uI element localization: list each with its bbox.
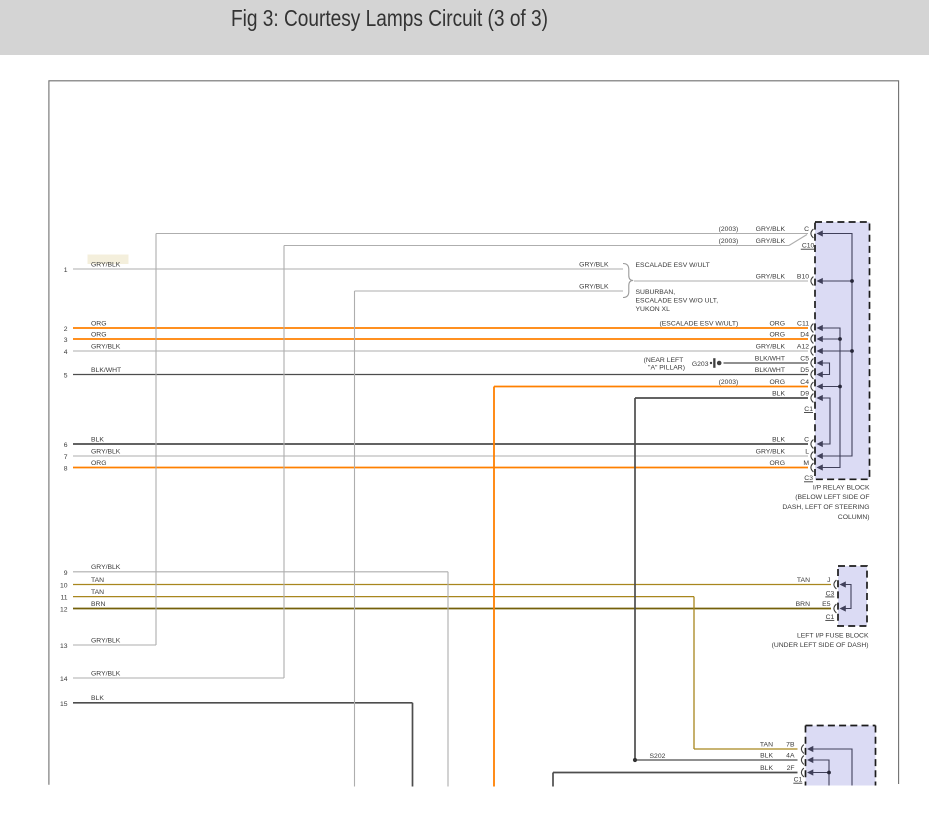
svg-text:6: 6 [64, 442, 68, 449]
svg-text:C1: C1 [794, 777, 803, 784]
svg-text:GRY/BLK: GRY/BLK [579, 261, 609, 268]
svg-text:(2003): (2003) [719, 379, 739, 386]
svg-text:E5: E5 [822, 601, 831, 608]
svg-text:ORG: ORG [91, 460, 106, 467]
svg-text:8: 8 [64, 466, 68, 473]
svg-text:12: 12 [60, 607, 68, 614]
svg-text:BLK: BLK [760, 752, 773, 759]
svg-text:C11: C11 [797, 320, 809, 327]
svg-text:B10: B10 [797, 273, 809, 280]
svg-text:COLUMN): COLUMN) [838, 514, 870, 521]
svg-text:BLK: BLK [760, 765, 773, 772]
svg-text:J: J [827, 577, 830, 584]
svg-text:GRY/BLK: GRY/BLK [756, 343, 786, 350]
svg-text:BLK/WHT: BLK/WHT [755, 367, 785, 374]
svg-text:GRY/BLK: GRY/BLK [756, 273, 786, 280]
svg-text:SUBURBAN,: SUBURBAN, [636, 289, 676, 296]
svg-text:(2003): (2003) [719, 238, 739, 245]
svg-text:BRN: BRN [796, 601, 810, 608]
svg-text:"A" PILLAR): "A" PILLAR) [648, 365, 685, 372]
svg-text:ORG: ORG [770, 331, 785, 338]
svg-text:GRY/BLK: GRY/BLK [91, 564, 121, 571]
svg-text:7B: 7B [786, 741, 795, 748]
svg-text:Fig 3: Courtesy Lamps Circuit: Fig 3: Courtesy Lamps Circuit (3 of 3) [231, 5, 548, 31]
svg-text:LEFT I/P FUSE BLOCK: LEFT I/P FUSE BLOCK [797, 632, 869, 639]
svg-text:BLK: BLK [91, 695, 104, 702]
svg-text:GRY/BLK: GRY/BLK [91, 343, 121, 350]
svg-text:GRY/BLK: GRY/BLK [756, 226, 786, 233]
svg-text:ORG: ORG [770, 379, 785, 386]
svg-text:TAN: TAN [91, 577, 104, 584]
svg-text:ORG: ORG [91, 320, 106, 327]
svg-text:4A: 4A [786, 752, 795, 759]
svg-text:C5: C5 [800, 355, 809, 362]
svg-text:BLK: BLK [772, 436, 785, 443]
svg-text:L: L [805, 448, 809, 455]
svg-text:7: 7 [64, 454, 68, 461]
svg-text:G203: G203 [692, 361, 709, 368]
svg-text:1: 1 [64, 267, 68, 274]
svg-text:I/P RELAY BLOCK: I/P RELAY BLOCK [813, 484, 870, 491]
svg-text:A12: A12 [797, 343, 809, 350]
svg-text:(2003): (2003) [719, 226, 739, 233]
svg-text:15: 15 [60, 701, 68, 708]
svg-text:DASH, LEFT OF STEERING: DASH, LEFT OF STEERING [782, 504, 869, 511]
svg-text:TAN: TAN [91, 589, 104, 596]
svg-text:GRY/BLK: GRY/BLK [91, 637, 121, 644]
svg-text:13: 13 [60, 643, 68, 650]
svg-text:ORG: ORG [770, 460, 785, 467]
svg-text:C3: C3 [826, 590, 835, 597]
svg-text:11: 11 [60, 595, 67, 602]
svg-text:C1: C1 [804, 406, 813, 413]
svg-text:3: 3 [64, 337, 68, 344]
svg-text:C1: C1 [826, 614, 835, 621]
svg-text:C3: C3 [804, 475, 813, 482]
svg-text:(BELOW LEFT SIDE OF: (BELOW LEFT SIDE OF [795, 494, 869, 501]
svg-text:D9: D9 [800, 390, 809, 397]
svg-text:D5: D5 [800, 367, 809, 374]
svg-text:YUKON XL: YUKON XL [636, 306, 671, 313]
svg-text:M: M [803, 460, 809, 467]
svg-text:TAN: TAN [760, 741, 773, 748]
svg-text:GRY/BLK: GRY/BLK [91, 261, 121, 268]
svg-text:5: 5 [64, 373, 68, 380]
svg-text:BLK: BLK [91, 436, 104, 443]
svg-text:GRY/BLK: GRY/BLK [91, 448, 121, 455]
svg-text:D4: D4 [800, 331, 809, 338]
svg-text:C: C [804, 226, 809, 233]
svg-text:ESCALADE ESV W/O ULT,: ESCALADE ESV W/O ULT, [636, 298, 719, 305]
svg-text:ESCALADE ESV W/ULT: ESCALADE ESV W/ULT [636, 262, 710, 269]
svg-text:2F: 2F [787, 765, 795, 772]
svg-text:ORG: ORG [770, 320, 785, 327]
svg-text:BRN: BRN [91, 601, 105, 608]
svg-text:GRY/BLK: GRY/BLK [756, 238, 786, 245]
svg-text:2: 2 [64, 326, 68, 333]
svg-text:4: 4 [64, 349, 68, 356]
svg-text:S202: S202 [650, 753, 666, 760]
svg-text:(ESCALADE ESV W/ULT): (ESCALADE ESV W/ULT) [659, 320, 738, 327]
svg-text:ORG: ORG [91, 331, 106, 338]
svg-text:TAN: TAN [797, 577, 810, 584]
svg-text:BLK: BLK [772, 390, 785, 397]
svg-text:GRY/BLK: GRY/BLK [91, 670, 121, 677]
svg-text:BLK/WHT: BLK/WHT [91, 367, 121, 374]
svg-text:C4: C4 [800, 379, 809, 386]
svg-text:(NEAR LEFT: (NEAR LEFT [644, 357, 684, 364]
svg-text:GRY/BLK: GRY/BLK [579, 283, 609, 290]
svg-text:BLK/WHT: BLK/WHT [755, 355, 785, 362]
svg-text:9: 9 [64, 570, 68, 577]
svg-text:(UNDER LEFT SIDE OF DASH): (UNDER LEFT SIDE OF DASH) [772, 642, 869, 649]
svg-text:10: 10 [60, 583, 68, 590]
svg-text:C: C [804, 436, 809, 443]
svg-text:GRY/BLK: GRY/BLK [756, 448, 786, 455]
svg-text:14: 14 [60, 676, 68, 683]
svg-text:C10: C10 [802, 243, 815, 250]
